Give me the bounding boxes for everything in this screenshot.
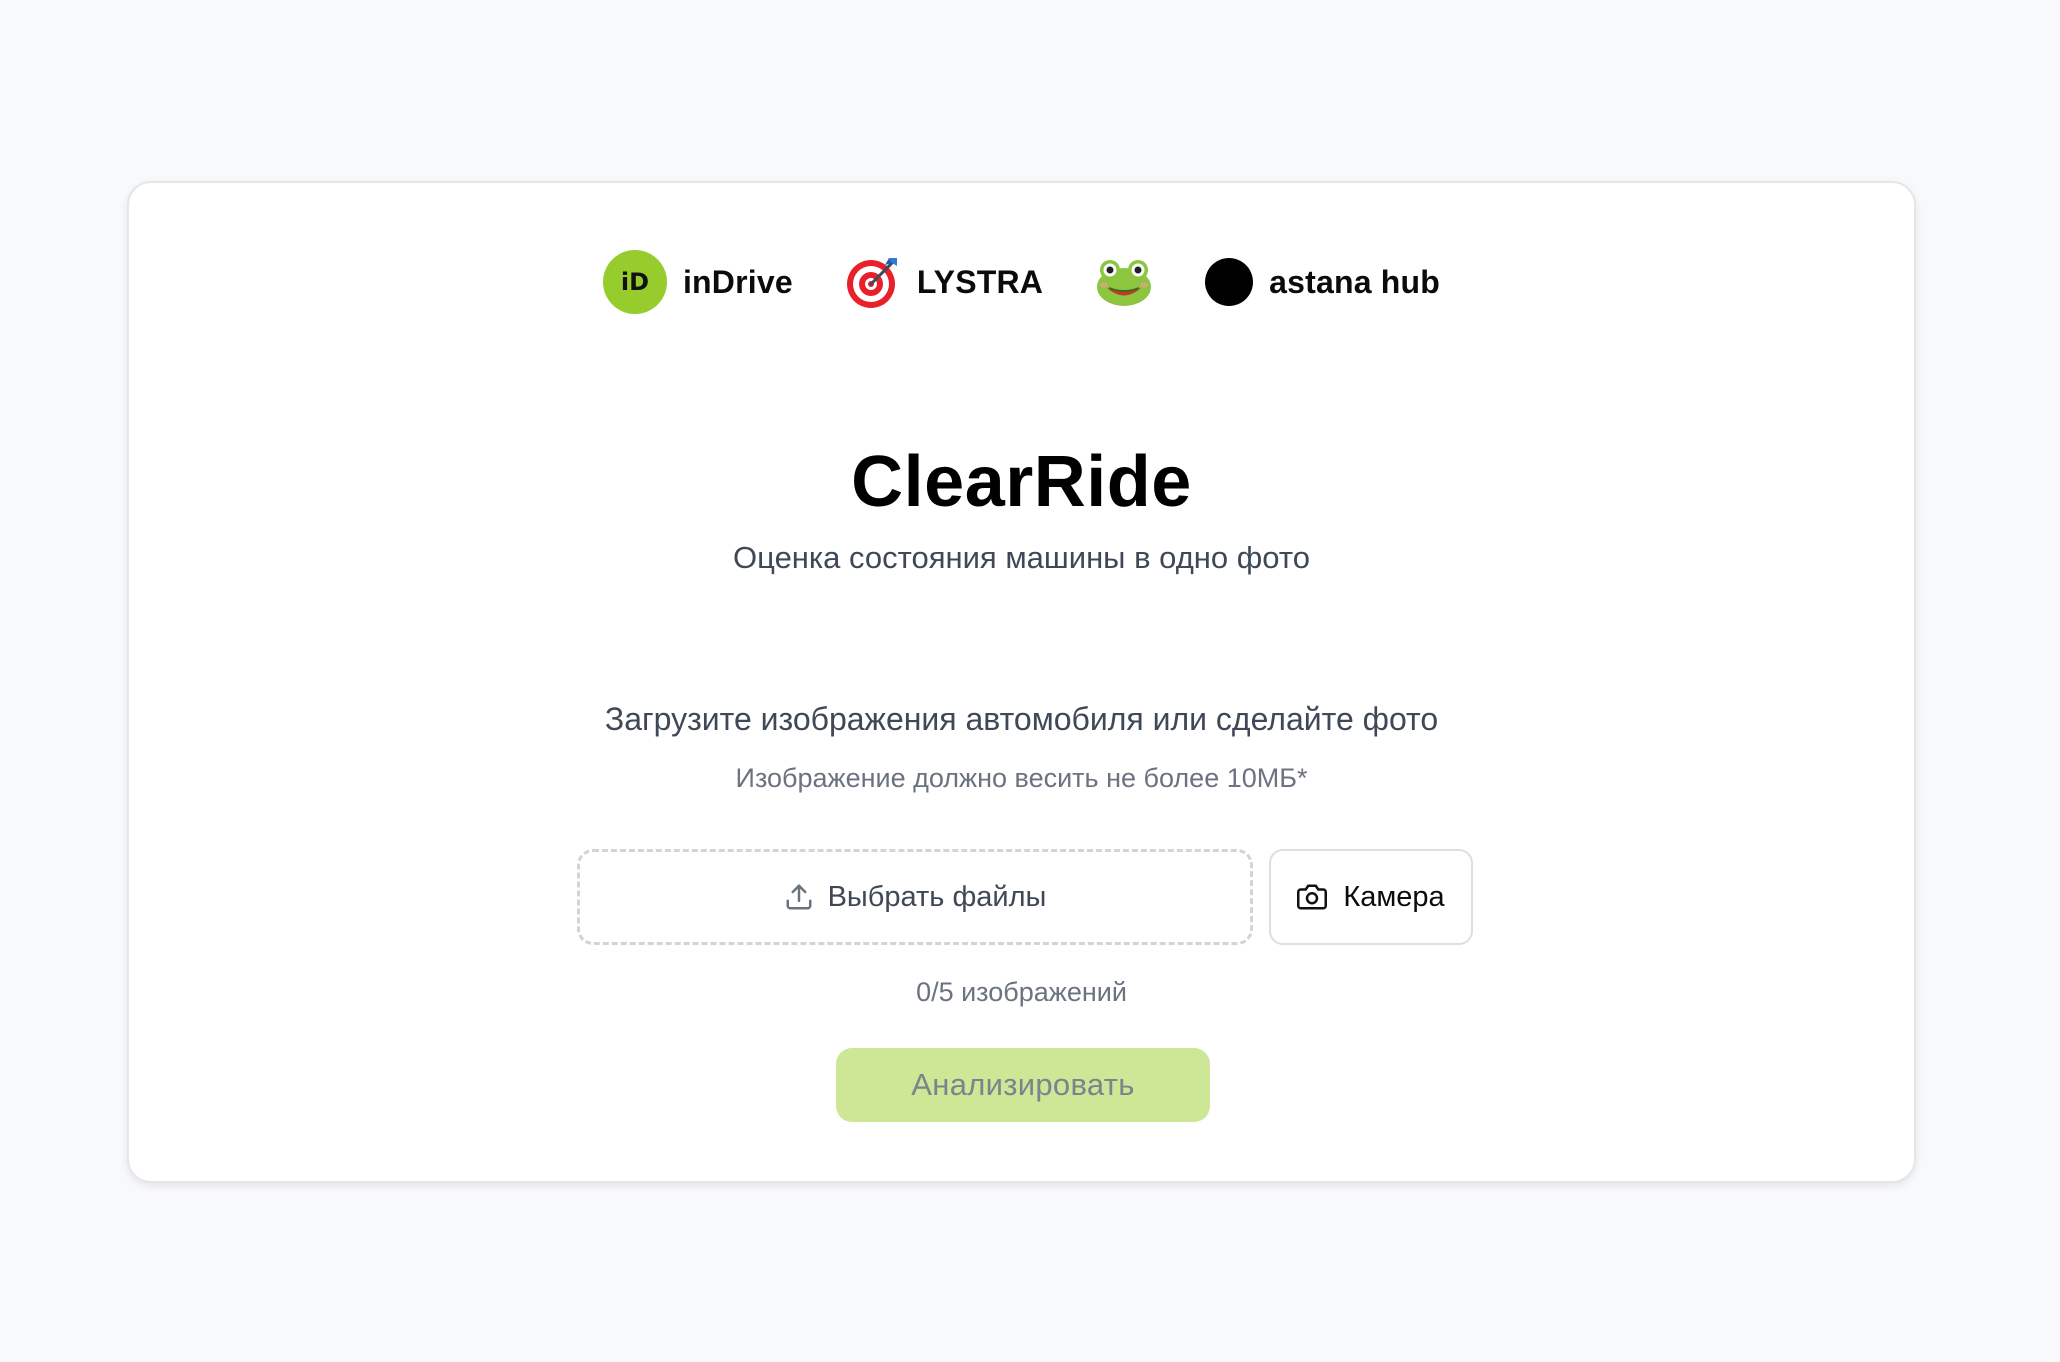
upload-size-note: Изображение должно весить не более 10МБ* bbox=[735, 763, 1308, 793]
choose-files-button[interactable]: Выбрать файлы bbox=[577, 849, 1253, 945]
upload-heading: Загрузите изображения автомобиля или сде… bbox=[604, 701, 1439, 737]
indrive-logo-icon: iD bbox=[602, 250, 667, 314]
page-title: ClearRide bbox=[851, 442, 1192, 522]
partner-logos: iD inDrive LYSTRA astana hub bbox=[129, 249, 1914, 315]
astana-hub-dot-icon bbox=[1205, 258, 1254, 306]
partner-name-indrive: inDrive bbox=[682, 263, 793, 300]
partner-lystra: LYSTRA bbox=[845, 254, 1043, 310]
analyze-button[interactable]: Анализировать bbox=[836, 1048, 1210, 1122]
camera-button[interactable]: Камера bbox=[1269, 849, 1473, 945]
upload-icon bbox=[784, 882, 814, 912]
image-counter: 0/5 изображений bbox=[916, 977, 1127, 1007]
partner-astana-hub: astana hub bbox=[1205, 258, 1440, 306]
partner-frog bbox=[1095, 257, 1153, 307]
partner-name-lystra: LYSTRA bbox=[916, 263, 1044, 300]
camera-label: Камера bbox=[1343, 880, 1445, 913]
partner-indrive: iD inDrive bbox=[602, 250, 793, 314]
choose-files-label: Выбрать файлы bbox=[827, 880, 1047, 913]
page-subtitle: Оценка состояния машины в одно фото bbox=[733, 540, 1310, 575]
upload-controls: Выбрать файлы Камера bbox=[577, 849, 1473, 945]
camera-icon bbox=[1297, 882, 1328, 912]
indrive-logo-text: iD bbox=[620, 268, 650, 296]
target-dart-icon bbox=[845, 254, 901, 310]
partner-name-astana-hub: astana hub bbox=[1269, 263, 1441, 300]
main-card: iD inDrive LYSTRA astana hub ClearRide О… bbox=[127, 181, 1916, 1183]
frog-icon bbox=[1095, 257, 1153, 307]
